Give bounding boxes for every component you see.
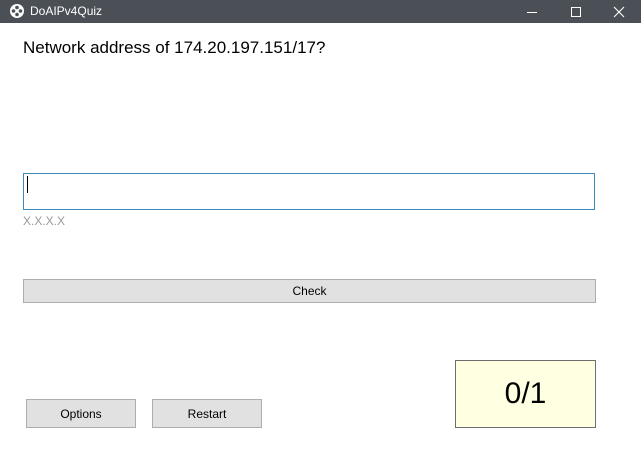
minimize-button[interactable] <box>509 0 555 23</box>
app-window: DoAIPv4Quiz Network address of 174.20.19… <box>0 0 641 465</box>
text-caret <box>27 176 28 193</box>
answer-input[interactable] <box>23 173 595 210</box>
close-icon <box>613 6 625 17</box>
answer-format-hint: X.X.X.X <box>23 214 66 228</box>
maximize-button[interactable] <box>553 0 599 23</box>
maximize-icon <box>571 6 581 17</box>
minimize-icon <box>527 11 537 13</box>
close-button[interactable] <box>596 0 641 23</box>
title-bar[interactable]: DoAIPv4Quiz <box>0 0 641 23</box>
options-button[interactable]: Options <box>26 399 136 428</box>
check-button[interactable]: Check <box>23 279 596 303</box>
score-display: 0/1 <box>455 360 596 428</box>
question-label: Network address of 174.20.197.151/17? <box>23 38 326 57</box>
app-icon <box>10 4 24 18</box>
window-title: DoAIPv4Quiz <box>30 4 103 18</box>
restart-button[interactable]: Restart <box>152 399 262 428</box>
